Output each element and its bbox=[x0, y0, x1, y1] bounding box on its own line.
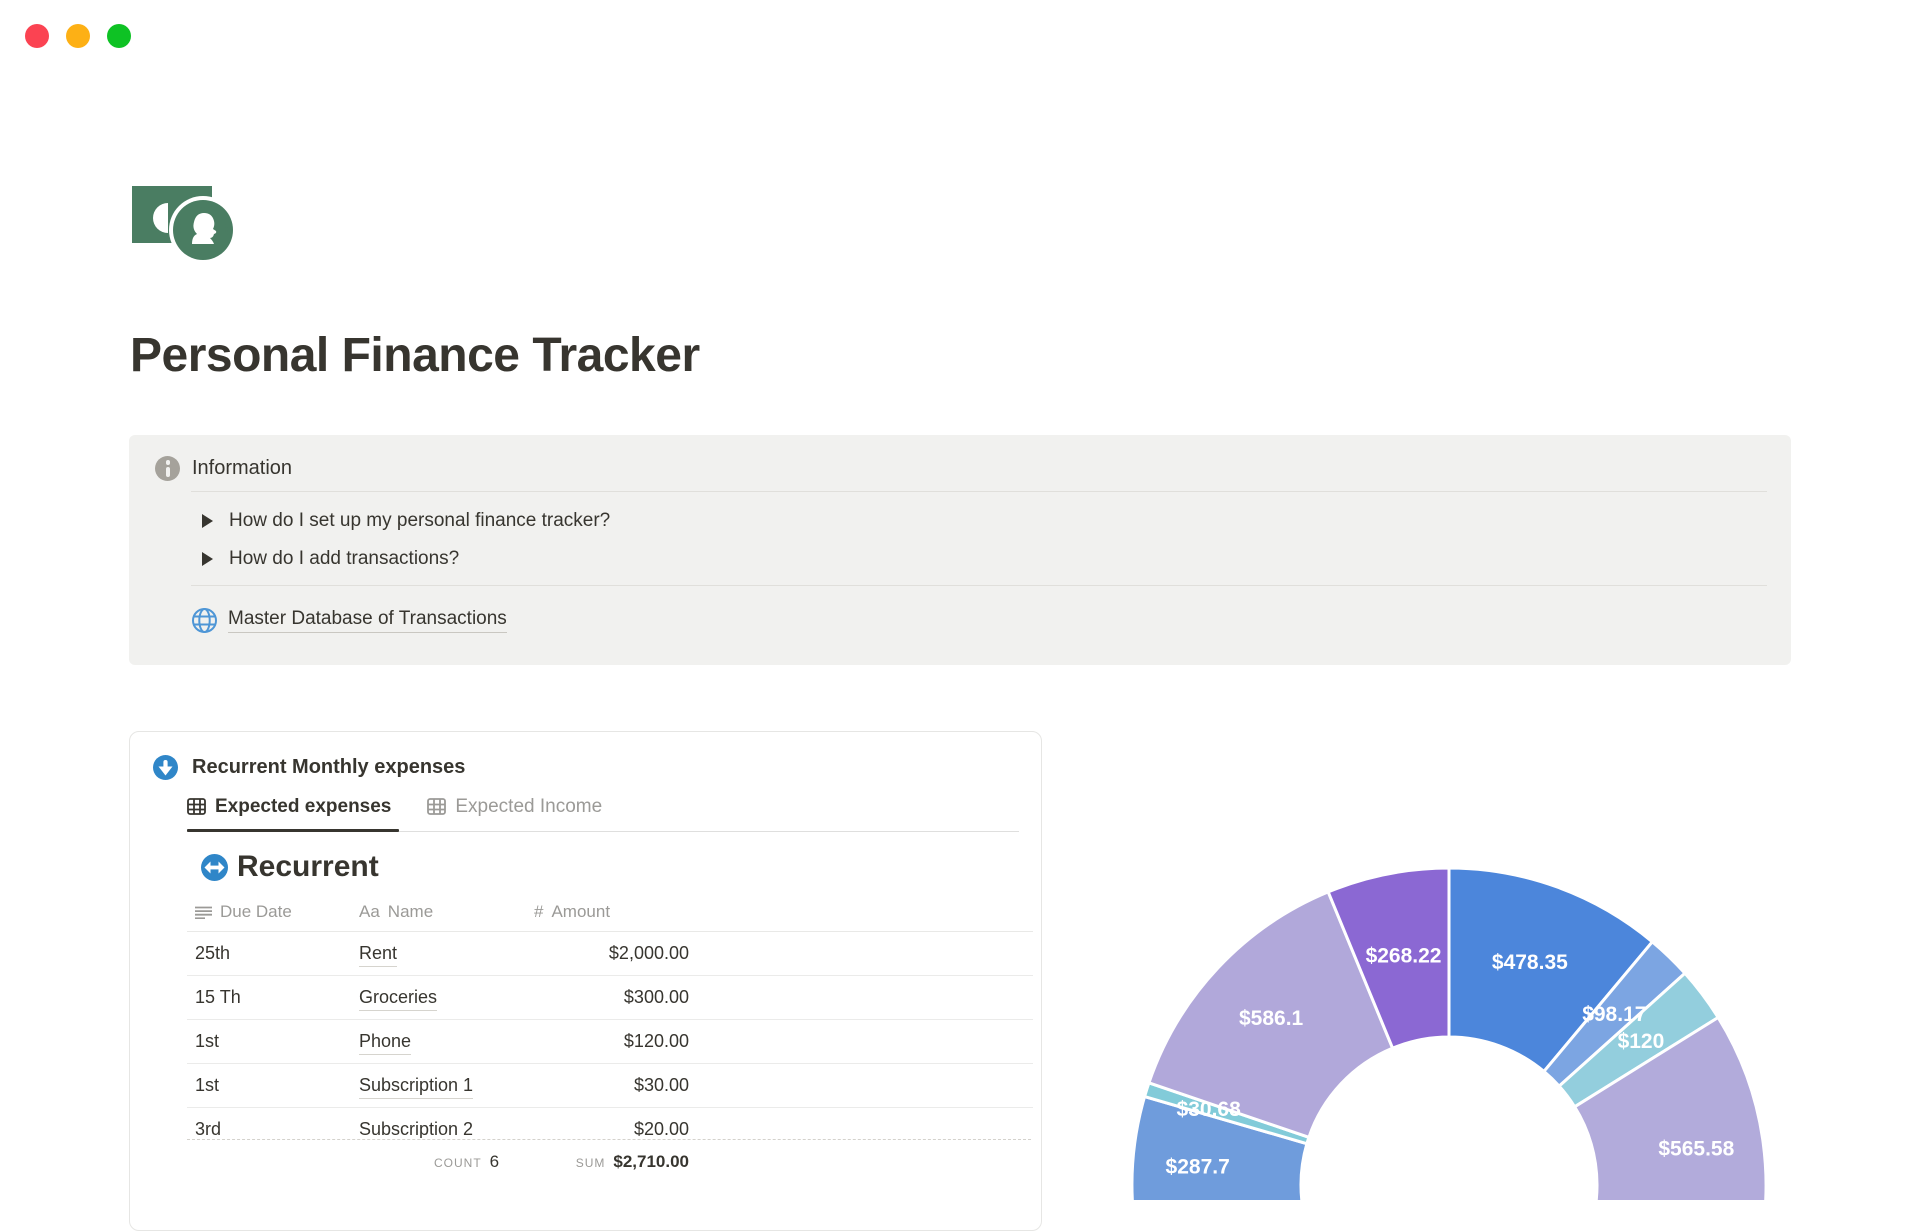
table-icon bbox=[187, 798, 206, 815]
info-icon bbox=[155, 456, 180, 481]
toggle-label: How do I add transactions? bbox=[229, 548, 460, 569]
amount-cell[interactable]: $300.00 bbox=[534, 987, 689, 1008]
swap-arrows-circle-icon bbox=[201, 853, 228, 881]
toggle-setup-question[interactable]: How do I set up my personal finance trac… bbox=[201, 510, 610, 532]
count-label: COUNT bbox=[434, 1156, 482, 1170]
expenses-table: Due Date Aa Name # Amount 25th Rent $2,0… bbox=[187, 896, 1033, 1138]
minimize-button[interactable] bbox=[66, 24, 90, 48]
toggle-label: How do I set up my personal finance trac… bbox=[229, 510, 611, 531]
column-label: Amount bbox=[551, 902, 611, 921]
amount-cell[interactable]: $2,000.00 bbox=[534, 943, 689, 964]
down-arrow-circle-icon bbox=[153, 755, 178, 780]
table-row[interactable]: 25th Rent $2,000.00 bbox=[187, 932, 1033, 976]
card-title: Recurrent Monthly expenses bbox=[192, 756, 466, 778]
information-callout: Information How do I set up my personal … bbox=[129, 435, 1791, 665]
toggle-arrow-icon bbox=[202, 514, 213, 528]
divider bbox=[191, 585, 1767, 586]
column-label: Name bbox=[387, 902, 434, 921]
tab-expected-expenses[interactable]: Expected expenses bbox=[187, 794, 405, 832]
name-cell[interactable]: Phone bbox=[359, 1031, 412, 1055]
column-header-due-date[interactable]: Due Date bbox=[195, 902, 292, 922]
due-date-cell[interactable]: 1st bbox=[195, 1031, 219, 1052]
number-type-icon: # bbox=[534, 902, 544, 921]
name-cell[interactable]: Subscription 2 bbox=[359, 1119, 473, 1138]
callout-title: Information bbox=[192, 457, 293, 479]
table-row[interactable]: 3rd Subscription 2 $20.00 bbox=[187, 1108, 1033, 1138]
toggle-add-transactions-question[interactable]: How do I add transactions? bbox=[201, 548, 459, 570]
tab-bar: Expected expenses Expected Income bbox=[187, 794, 1019, 832]
table-footer: COUNT 6 SUM $2,710.00 bbox=[187, 1139, 1031, 1189]
text-type-icon: Aa bbox=[359, 902, 380, 921]
sum-label: SUM bbox=[575, 1156, 606, 1170]
due-date-cell[interactable]: 15 Th bbox=[195, 987, 241, 1008]
amount-cell[interactable]: $120.00 bbox=[534, 1031, 689, 1052]
close-button[interactable] bbox=[25, 24, 49, 48]
name-cell[interactable]: Rent bbox=[359, 943, 398, 967]
section-title: Recurrent bbox=[237, 850, 379, 883]
sum-value: $2,710.00 bbox=[613, 1152, 689, 1171]
sum-aggregate[interactable]: SUM $2,710.00 bbox=[534, 1152, 689, 1172]
lines-icon bbox=[195, 906, 212, 919]
divider bbox=[191, 491, 1767, 492]
table-body: 25th Rent $2,000.00 15 Th Groceries $300… bbox=[187, 932, 1033, 1138]
amount-cell[interactable]: $30.00 bbox=[534, 1075, 689, 1096]
toggle-arrow-icon bbox=[202, 552, 213, 566]
column-header-name[interactable]: Aa Name bbox=[359, 902, 433, 922]
table-row[interactable]: 1st Phone $120.00 bbox=[187, 1020, 1033, 1064]
link-label: Master Database of Transactions bbox=[228, 608, 507, 633]
table-icon bbox=[427, 798, 447, 815]
money-banknote-coin-icon bbox=[132, 186, 237, 264]
due-date-cell[interactable]: 3rd bbox=[195, 1119, 221, 1138]
due-date-cell[interactable]: 1st bbox=[195, 1075, 219, 1096]
window-controls bbox=[25, 24, 131, 48]
page-title[interactable]: Personal Finance Tracker bbox=[130, 328, 700, 383]
column-header-amount[interactable]: # Amount bbox=[534, 902, 610, 922]
name-cell[interactable]: Groceries bbox=[359, 987, 438, 1011]
globe-icon bbox=[192, 608, 217, 633]
tab-label: Expected Income bbox=[455, 795, 603, 817]
zoom-button[interactable] bbox=[107, 24, 131, 48]
tab-expected-income[interactable]: Expected Income bbox=[427, 794, 616, 832]
due-date-cell[interactable]: 25th bbox=[195, 943, 230, 964]
amount-cell[interactable]: $20.00 bbox=[534, 1119, 689, 1138]
column-label: Due Date bbox=[220, 902, 292, 921]
table-row[interactable]: 15 Th Groceries $300.00 bbox=[187, 976, 1033, 1020]
page-icon[interactable] bbox=[132, 180, 242, 264]
table-row[interactable]: 1st Subscription 1 $30.00 bbox=[187, 1064, 1033, 1108]
recurrent-expenses-card: Recurrent Monthly expenses Expected expe… bbox=[129, 731, 1042, 1231]
table-header-row: Due Date Aa Name # Amount bbox=[187, 896, 1033, 932]
count-aggregate[interactable]: COUNT 6 bbox=[434, 1152, 499, 1172]
name-cell[interactable]: Subscription 1 bbox=[359, 1075, 474, 1099]
count-value: 6 bbox=[489, 1152, 500, 1171]
tab-label: Expected expenses bbox=[215, 795, 392, 817]
master-database-link[interactable]: Master Database of Transactions bbox=[191, 607, 507, 634]
